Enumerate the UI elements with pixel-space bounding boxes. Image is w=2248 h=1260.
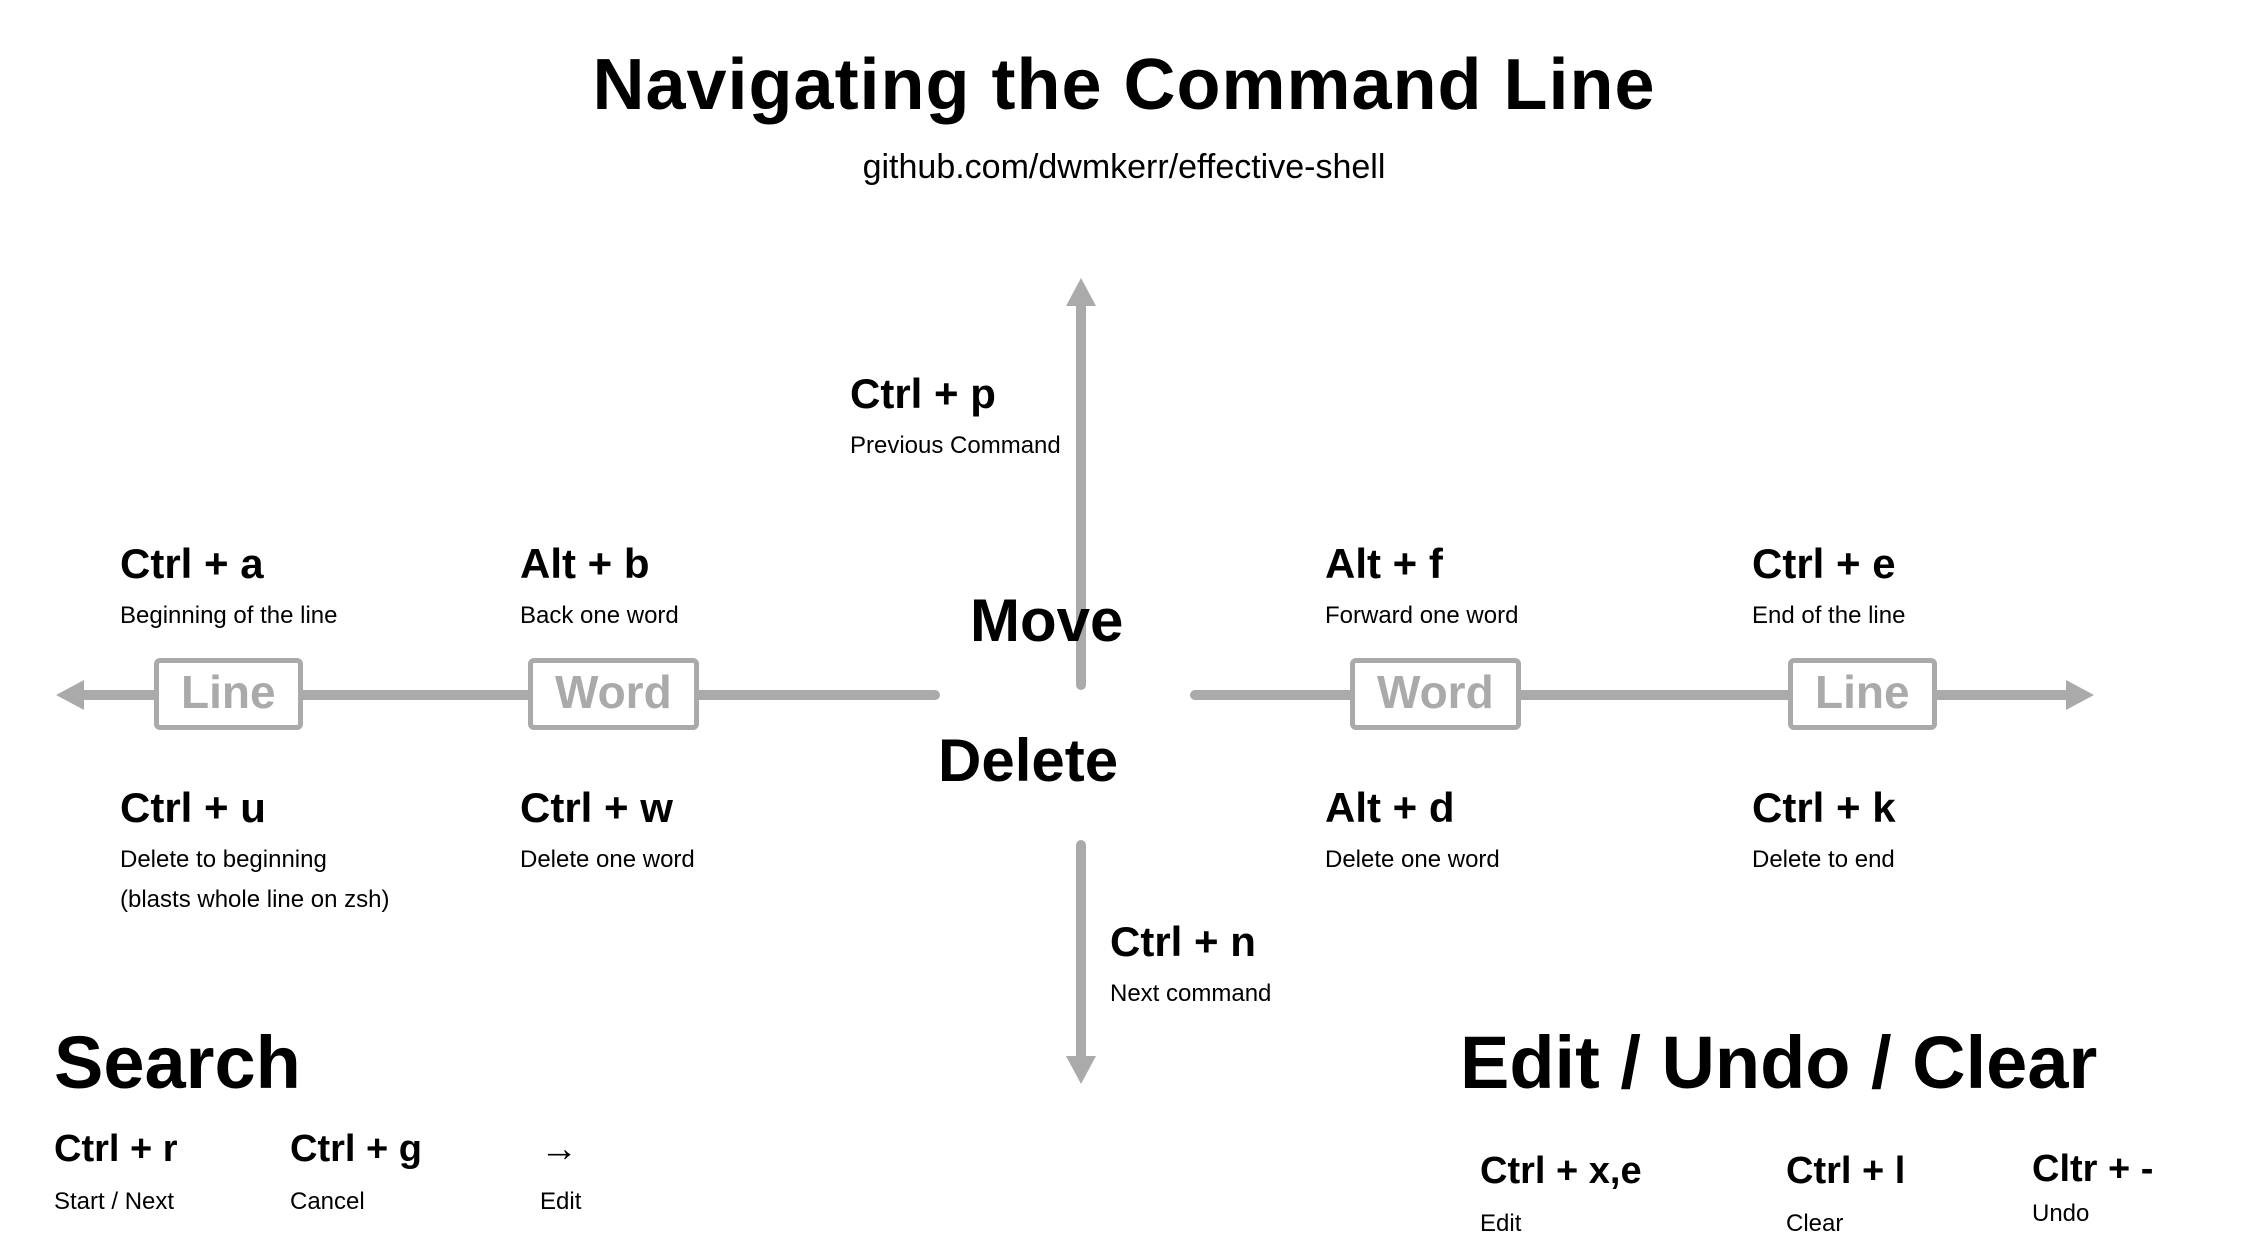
arrow-right-stem [1190,690,2070,700]
key-ctrl-l: Ctrl + l [1786,1150,1905,1193]
key-ctrl-a: Ctrl + a [120,540,264,588]
arrow-down-head-icon [1066,1056,1096,1084]
edit-heading: Edit / Undo / Clear [1460,1020,2097,1105]
scope-line-left: Line [154,658,303,730]
desc-back-one-word: Back one word [520,602,679,630]
arrow-left-head-icon [56,680,84,710]
key-ctrl-w: Ctrl + w [520,784,673,832]
key-alt-b: Alt + b [520,540,650,588]
arrow-right-head-icon [2066,680,2094,710]
key-ctrl-e: Ctrl + e [1752,540,1896,588]
desc-delete-to-end: Delete to end [1752,846,1895,874]
desc-clear: Clear [1786,1210,1843,1238]
desc-end-of-line: End of the line [1752,602,1905,630]
key-alt-d: Alt + d [1325,784,1455,832]
key-ctrl-minus: Cltr + - [2032,1148,2153,1191]
desc-cancel: Cancel [290,1188,365,1216]
desc-edit: Edit [1480,1210,1521,1238]
key-ctrl-r: Ctrl + r [54,1128,178,1171]
desc-beginning-of-line: Beginning of the line [120,602,338,630]
move-label: Move [970,586,1123,655]
desc-next-command: Next command [1110,980,1271,1008]
desc-undo: Undo [2032,1200,2089,1228]
key-ctrl-g: Ctrl + g [290,1128,422,1171]
delete-label: Delete [938,726,1118,795]
page-title: Navigating the Command Line [0,44,2248,126]
key-right-arrow-icon: → [540,1128,578,1171]
desc-forward-one-word: Forward one word [1325,602,1518,630]
diagram-canvas: Navigating the Command Line github.com/d… [0,0,2248,1260]
page-subtitle: github.com/dwmkerr/effective-shell [0,148,2248,187]
desc-delete-one-word-right: Delete one word [1325,846,1500,874]
scope-line-right: Line [1788,658,1937,730]
arrow-up-head-icon [1066,278,1096,306]
key-alt-f: Alt + f [1325,540,1443,588]
scope-word-right: Word [1350,658,1521,730]
key-ctrl-k: Ctrl + k [1752,784,1896,832]
search-heading: Search [54,1020,301,1105]
key-ctrl-n: Ctrl + n [1110,918,1256,966]
scope-word-left: Word [528,658,699,730]
desc-edit-search: Edit [540,1188,581,1216]
desc-previous-command: Previous Command [850,432,1061,460]
arrow-down-stem [1076,840,1086,1060]
desc-delete-one-word-left: Delete one word [520,846,695,874]
key-ctrl-p: Ctrl + p [850,370,996,418]
desc-delete-to-beginning: Delete to beginning [120,846,327,874]
desc-start-next: Start / Next [54,1188,174,1216]
key-ctrl-u: Ctrl + u [120,784,266,832]
desc-blasts-whole-line: (blasts whole line on zsh) [120,886,389,914]
key-ctrl-x-e: Ctrl + x,e [1480,1150,1642,1193]
